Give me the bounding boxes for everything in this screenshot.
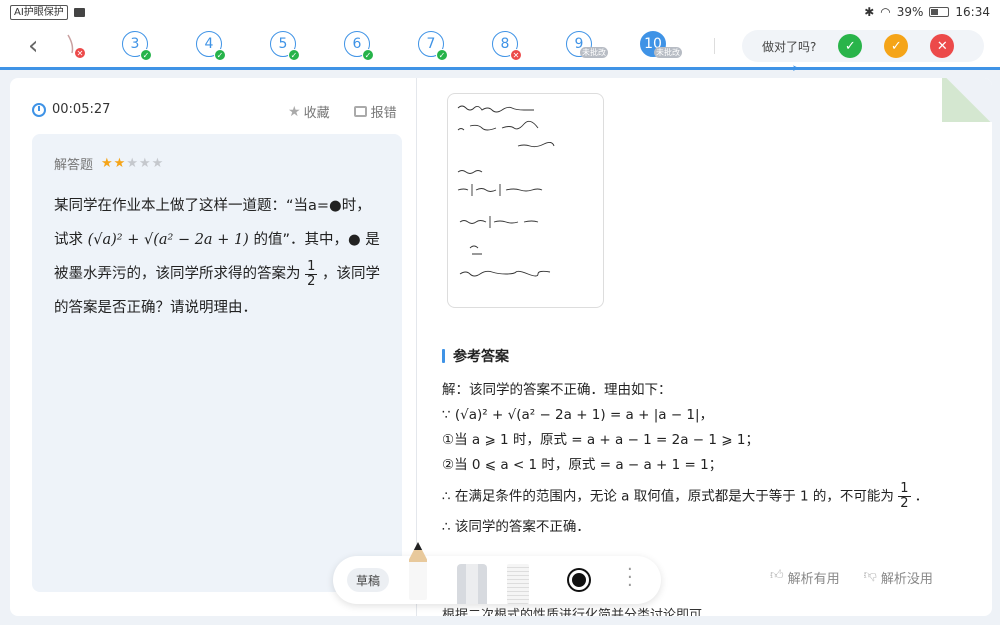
status-bar: AI护眼保护 ✱ ◠ 39% 16:34 xyxy=(0,0,1000,24)
question-card: 解答题 ★★★★★ 某同学在作业本上做了这样一道题：“当a=●时，试求 (√a)… xyxy=(32,134,402,592)
progress-pointer-icon: ➤ xyxy=(792,64,800,74)
fraction-numerator: 1 xyxy=(305,258,318,275)
wrong-mark-icon: ✕ xyxy=(510,49,522,61)
progress-line xyxy=(0,67,1000,70)
grading-question-label: 做对了吗? xyxy=(762,39,817,54)
analysis-feedback: 👍︎ 解析有用 👎︎ 解析没用 xyxy=(770,568,933,587)
wrong-mark-icon: ✕ xyxy=(74,47,86,59)
image-icon xyxy=(73,7,85,17)
timer: 00:05:27 xyxy=(32,102,110,117)
mark-partial-button[interactable]: ✓ xyxy=(884,34,909,58)
question-nav-item[interactable]: 6 ✓ xyxy=(344,31,374,61)
empty-star-icon: ★ xyxy=(138,156,152,171)
panel-divider xyxy=(416,78,417,616)
question-text: 某同学在作业本上做了这样一道题：“当a=●时，试求 (√a)² + √(a² −… xyxy=(54,189,380,325)
analysis-useful-button[interactable]: 解析有用 xyxy=(788,568,840,587)
correct-mark-icon: ✓ xyxy=(436,49,448,61)
question-formula: (√a)² + √(a² − 2a + 1) xyxy=(87,232,249,248)
ungraded-tag: 未批改 xyxy=(580,47,608,58)
back-arrow-icon[interactable]: ‹ xyxy=(28,32,52,60)
question-nav-item[interactable]: 5 ✓ xyxy=(270,31,300,61)
empty-star-icon: ★ xyxy=(151,156,165,171)
analysis-text: 根据二次根式的性质进行化简并分类讨论即可 xyxy=(442,608,703,616)
favorite-button[interactable]: 收藏 xyxy=(304,102,330,121)
correct-mark-icon: ✓ xyxy=(362,49,374,61)
reference-answer-heading: 参考答案 xyxy=(442,346,509,366)
clock-time: 16:34 xyxy=(955,5,990,19)
difficulty-stars: ★★★★★ xyxy=(101,156,164,171)
question-type: 解答题 ★★★★★ xyxy=(54,154,380,173)
alarm-clock-icon xyxy=(32,102,46,117)
ungraded-tag: 未批改 xyxy=(654,47,682,58)
question-actions: ★ 收藏 报错 xyxy=(288,102,397,122)
analysis-useless-button[interactable]: 解析没用 xyxy=(881,568,933,587)
correct-mark-icon: ✓ xyxy=(140,49,152,61)
main-content: 00:05:27 ★ 收藏 报错 解答题 ★★★★★ 某同学在作业本上做了这样一… xyxy=(10,78,992,616)
marker-icon[interactable] xyxy=(457,564,487,604)
favorite-star-icon[interactable]: ★ xyxy=(288,104,301,120)
question-nav-item[interactable]: 3 ✓ xyxy=(122,31,152,61)
answer-line5-end: ． xyxy=(914,488,929,505)
filled-star-icon: ★ xyxy=(101,156,114,171)
filled-star-icon: ★ xyxy=(113,156,127,171)
eye-protection-badge: AI护眼保护 xyxy=(10,4,68,20)
answer-line: ∵ (√a)² + √(a² − 2a + 1) = a + |a − 1|， xyxy=(442,407,714,423)
answer-line: ②当 0 ⩽ a < 1 时，原式 = a − a + 1 = 1； xyxy=(442,457,723,473)
question-nav-item[interactable]: 9 未批改 xyxy=(566,31,608,61)
question-nav-item[interactable]: 4 ✓ xyxy=(196,31,226,61)
battery-percent: 39% xyxy=(896,5,924,19)
more-options-icon[interactable]: · · · xyxy=(627,561,633,595)
battery-icon xyxy=(929,7,950,17)
ruler-icon[interactable] xyxy=(507,564,529,604)
reference-answer: 解：该同学的答案不正确．理由如下： ∵ (√a)² + √(a² − 2a + … xyxy=(442,378,982,540)
question-navigation: ‹ ✕ 3 ✓ 4 ✓ 5 ✓ 6 ✓ 7 ✓ 8 ✕ 9 未批改 10 未批改 做对了吗? ✓ ✓ ✕ xyxy=(0,24,1000,68)
bluetooth-icon: ✱ xyxy=(864,5,875,19)
question-fraction: 1 2 xyxy=(305,258,318,289)
page-curl-icon xyxy=(942,78,992,122)
student-handwriting-image[interactable] xyxy=(447,93,604,308)
color-picker-icon[interactable] xyxy=(569,570,589,590)
cross-icon: ✕ xyxy=(936,38,948,54)
half-check-icon: ✓ xyxy=(890,38,902,54)
thumbs-up-icon[interactable]: 👍︎ xyxy=(770,568,784,587)
grading-panel: 做对了吗? ✓ ✓ ✕ xyxy=(742,30,984,62)
question-nav-item[interactable]: 10 未批改 xyxy=(640,31,682,61)
handwriting-scribble xyxy=(457,105,555,277)
fraction-denominator: 2 xyxy=(900,496,909,511)
nav-separator xyxy=(714,38,715,54)
fraction-denominator: 2 xyxy=(307,273,316,289)
correct-mark-icon: ✓ xyxy=(214,49,226,61)
report-error-icon[interactable] xyxy=(353,106,367,117)
fraction-numerator: 1 xyxy=(898,481,911,497)
question-type-label: 解答题 xyxy=(54,158,94,173)
status-right: ✱ ◠ 39% 16:34 xyxy=(864,5,990,19)
question-nav-item[interactable]: 8 ✕ xyxy=(492,31,522,61)
timer-value: 00:05:27 xyxy=(52,102,111,117)
mark-wrong-button[interactable]: ✕ xyxy=(930,34,955,58)
answer-line: 解：该同学的答案不正确．理由如下： xyxy=(442,382,672,398)
mark-correct-button[interactable]: ✓ xyxy=(838,34,863,58)
question-prev-indicator[interactable]: ✕ xyxy=(62,31,92,61)
thumbs-down-icon[interactable]: 👎︎ xyxy=(864,568,877,587)
answer-line: ∴ 该同学的答案不正确． xyxy=(442,519,590,535)
check-icon: ✓ xyxy=(844,38,856,54)
draft-button[interactable]: 草稿 xyxy=(347,568,389,592)
question-nav-item[interactable]: 7 ✓ xyxy=(418,31,448,61)
correct-mark-icon: ✓ xyxy=(288,49,300,61)
answer-fraction: 1 2 xyxy=(898,481,911,511)
wifi-icon: ◠ xyxy=(880,5,891,19)
answer-line: ∴ 在满足条件的范围内，无论 a 取何值，原式都是大于等于 1 的，不可能为 1… xyxy=(442,482,982,511)
report-error-button[interactable]: 报错 xyxy=(371,102,397,121)
answer-line5-text: ∴ 在满足条件的范围内，无论 a 取何值，原式都是大于等于 1 的，不可能为 xyxy=(442,488,894,505)
answer-line: ①当 a ⩾ 1 时，原式 = a + a − 1 = 2a − 1 ⩾ 1； xyxy=(442,432,759,448)
empty-star-icon: ★ xyxy=(126,156,139,171)
drawing-toolbar: 草稿 · · · xyxy=(333,542,661,604)
